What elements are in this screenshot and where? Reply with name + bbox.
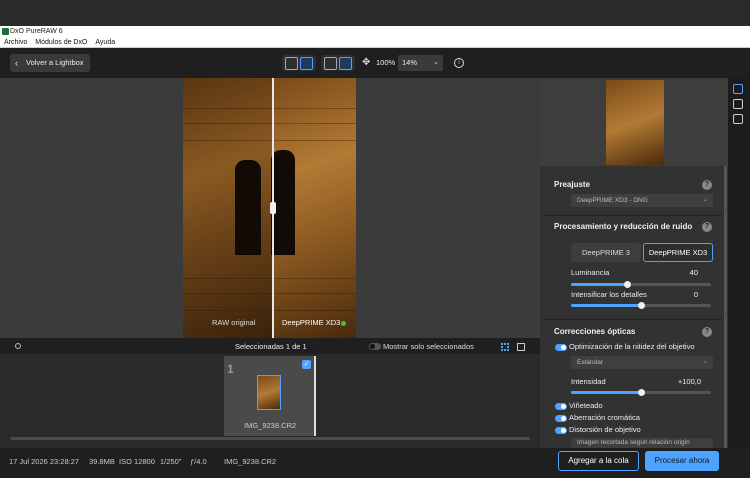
label-processed: DeepPRIME XD3 [282, 318, 341, 327]
title-bar: DxO PureRAW 6 [0, 26, 750, 38]
screen-margin [0, 478, 750, 500]
thumbnail-filename: IMG_9238.CR2 [244, 421, 297, 430]
chevron-left-icon: ‹ [15, 58, 18, 68]
aperture: ƒ/4.0 [190, 457, 207, 466]
intensity-label: Intensidad [571, 377, 606, 386]
detail-value: 0 [693, 290, 698, 299]
selection-count: Seleccionadas 1 de 1 [235, 342, 307, 351]
only-selected-toggle[interactable] [369, 343, 381, 350]
help-icon[interactable]: ? [702, 180, 712, 190]
intensity-value: +100,0 [677, 377, 701, 386]
panel-scrollbar[interactable] [724, 166, 727, 448]
process-now-button[interactable]: Procesar ahora [645, 451, 719, 471]
file-size: 39.8MB [89, 457, 115, 466]
chromatic-toggle[interactable] [555, 415, 567, 422]
tool-rail [728, 78, 750, 448]
distortion-toggle[interactable] [555, 427, 567, 434]
help-icon[interactable]: ? [702, 222, 712, 232]
zoom-100-button[interactable]: 100% [376, 55, 395, 71]
chevron-down-icon: ⌄ [703, 359, 709, 365]
move-icon[interactable]: ✥ [362, 56, 370, 70]
split-compare-icon[interactable] [339, 57, 352, 70]
vignetting-label: Viñeteado [569, 401, 603, 410]
photo-window-left [235, 160, 261, 255]
distortion-label: Distorsión de objetivo [569, 425, 641, 434]
luminance-label: Luminancia [571, 268, 610, 277]
sharpness-label: Optimización de la nitidez del objetivo [569, 342, 695, 351]
grid-large-icon[interactable] [517, 343, 525, 351]
help-icon[interactable]: ? [702, 327, 712, 337]
chevron-down-icon: ⌄ [433, 59, 439, 66]
status-filename: IMG_9238.CR2 [224, 457, 277, 466]
capture-date: 17 Jul 2026 23:28:27 [9, 457, 80, 466]
detail-slider[interactable] [571, 302, 711, 309]
panel-preview-image [606, 80, 664, 165]
detail-knob[interactable] [638, 302, 645, 309]
filmstrip-scrollbar[interactable] [10, 437, 530, 440]
deepprime3-button[interactable]: DeepPRIME 3 [571, 243, 641, 262]
menu-archivo[interactable]: Archivo [4, 39, 27, 46]
luminance-fill [571, 283, 627, 286]
menu-ayuda[interactable]: Ayuda [95, 39, 115, 46]
distortion-dropdown[interactable]: Imagen recortada según relación origin [571, 438, 713, 448]
preset-title: Preajuste [554, 180, 591, 189]
label-raw-original: RAW original [212, 318, 256, 327]
thumbnail-image[interactable] [257, 375, 281, 410]
filmstrip-toggle-icon[interactable] [15, 343, 21, 349]
window-title: DxO PureRAW 6 [10, 28, 63, 35]
intensity-fill [571, 391, 641, 394]
split-view-icon[interactable] [300, 57, 313, 70]
toolbar [0, 48, 750, 78]
divider [544, 319, 722, 320]
optics-title: Correcciones ópticas [554, 327, 636, 336]
settings-tool-icon[interactable] [733, 84, 743, 94]
menu-modulos[interactable]: Módulos de DxO [35, 39, 87, 46]
chevron-down-icon: ⌄ [703, 197, 709, 203]
check-icon[interactable]: ✓ [302, 360, 311, 369]
sharpness-dropdown[interactable]: Estándar [571, 356, 713, 369]
image-tool-icon[interactable] [733, 114, 743, 124]
sharpness-toggle[interactable] [555, 344, 567, 351]
preset-dropdown[interactable]: DeepPRIME XD3 - DNG [571, 194, 713, 207]
vignetting-toggle[interactable] [555, 403, 567, 410]
shutter-speed: 1/250" [160, 457, 182, 466]
split-handle[interactable] [270, 202, 276, 214]
add-to-queue-button[interactable]: Agregar a la cola [558, 451, 639, 471]
thumbnail-index: 1 [227, 362, 234, 376]
color-tool-icon[interactable] [733, 99, 743, 109]
noise-title: Procesamiento y reducción de ruido [554, 222, 693, 231]
deepprime-xd3-button[interactable]: DeepPRIME XD3 [643, 243, 713, 262]
chromatic-label: Aberración cromática [569, 413, 640, 422]
side-by-side-icon[interactable] [324, 57, 337, 70]
menu-bar: Archivo Módulos de DxO Ayuda [0, 38, 750, 48]
back-to-lightbox-button[interactable]: Volver a Lightbox [10, 54, 90, 72]
intensity-knob[interactable] [638, 389, 645, 396]
single-view-icon[interactable] [285, 57, 298, 70]
luminance-knob[interactable] [624, 281, 631, 288]
grid-small-icon[interactable] [501, 343, 509, 351]
divider [544, 215, 722, 216]
detail-label: Intensificar los detalles [571, 290, 647, 299]
only-selected-label: Mostrar solo seleccionados [383, 342, 474, 351]
luminance-value: 40 [689, 268, 698, 277]
info-icon[interactable]: i [454, 58, 464, 68]
status-dot [341, 321, 346, 326]
luminance-slider[interactable] [571, 281, 711, 288]
app-icon [2, 28, 9, 35]
iso-value: ISO 12800 [119, 457, 155, 466]
intensity-slider[interactable] [571, 389, 711, 396]
app-window: DxO PureRAW 6 Archivo Módulos de DxO Ayu… [0, 0, 750, 500]
detail-fill [571, 304, 641, 307]
